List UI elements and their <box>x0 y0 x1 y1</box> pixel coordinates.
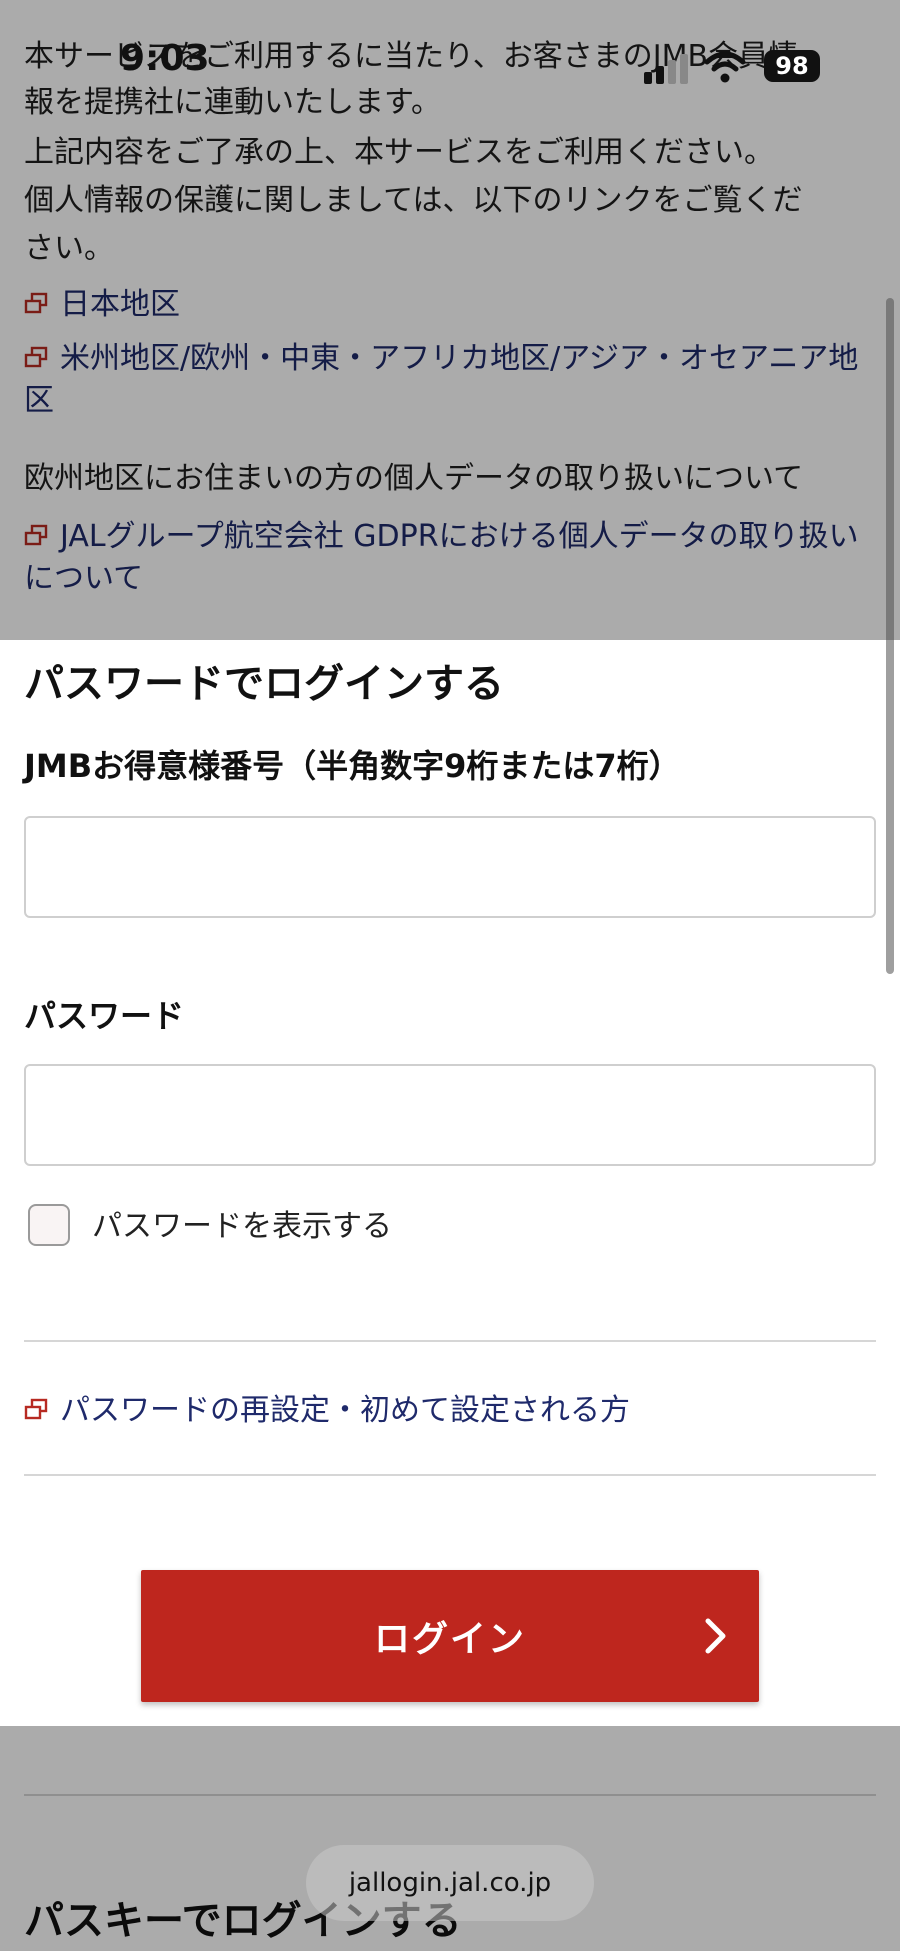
login-button-label: ログイン <box>373 1619 526 1660</box>
link-overseas-label: 米州地区/欧州・中東・アフリカ地区/アジア・オセアニア地区 <box>24 341 859 418</box>
link-overseas[interactable]: 米州地区/欧州・中東・アフリカ地区/アジア・オセアニア地区 <box>24 338 876 422</box>
chevron-right-icon <box>705 1618 726 1654</box>
privacy-notice-section: 本サービスをご利用するに当たり、お客さまのJMB会員情 報を提携社に連動いたしま… <box>0 0 900 640</box>
divider <box>24 1794 876 1796</box>
divider <box>24 1474 876 1476</box>
battery-indicator: 98 <box>764 50 820 82</box>
member-number-label: JMBお得意様番号（半角数字9桁または7桁） <box>24 747 681 785</box>
link-gdpr[interactable]: JALグループ航空会社 GDPRにおける個人データの取り扱いについて <box>24 516 876 600</box>
notice-line-3: 上記内容をご了承の上、本サービスをご利用ください。 <box>24 135 774 170</box>
password-label: パスワード <box>24 997 185 1035</box>
status-time: 9:03 <box>120 38 210 79</box>
link-japan-label: 日本地区 <box>60 287 180 322</box>
external-link-icon <box>24 1398 48 1420</box>
password-reset-link[interactable]: パスワードの再設定・初めて設定される方 <box>24 1390 876 1432</box>
url-bar[interactable]: jallogin.jal.co.jp <box>306 1845 594 1921</box>
password-reset-label: パスワードの再設定・初めて設定される方 <box>60 1393 630 1428</box>
section-title: パスワードでログインする <box>24 661 504 707</box>
password-login-section: パスワードでログインする JMBお得意様番号（半角数字9桁または7桁） パスワー… <box>0 640 900 1726</box>
link-gdpr-label: JALグループ航空会社 GDPRにおける個人データの取り扱いについて <box>24 519 859 596</box>
divider <box>24 1340 876 1342</box>
scroll-indicator <box>886 298 894 974</box>
notice-line-5: さい。 <box>24 231 114 266</box>
notice-line-4: 個人情報の保護に関しましては、以下のリンクをご覧くだ <box>24 183 803 218</box>
link-japan[interactable]: 日本地区 <box>24 284 876 326</box>
password-input[interactable] <box>24 1064 876 1166</box>
signal-icon <box>644 54 688 84</box>
eu-heading: 欧州地区にお住まいの方の個人データの取り扱いについて <box>24 461 804 496</box>
login-button[interactable]: ログイン <box>141 1570 759 1702</box>
show-password-checkbox[interactable] <box>28 1204 70 1246</box>
wifi-icon <box>704 51 746 83</box>
notice-line-2: 報を提携社に連動いたします。 <box>24 85 441 120</box>
page: 本サービスをご利用するに当たり、お客さまのJMB会員情 報を提携社に連動いたしま… <box>0 0 900 1951</box>
external-link-icon <box>24 346 48 368</box>
show-password-label[interactable]: パスワードを表示する <box>92 1206 392 1248</box>
external-link-icon <box>24 524 48 546</box>
member-number-input[interactable] <box>24 816 876 918</box>
external-link-icon <box>24 292 48 314</box>
